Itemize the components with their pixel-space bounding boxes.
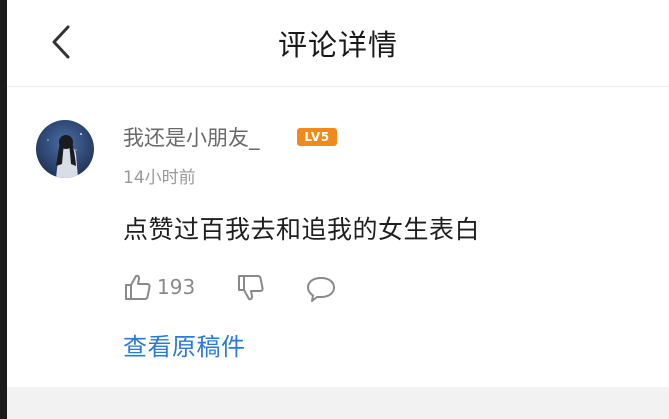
reply-button[interactable]	[305, 274, 337, 308]
avatar[interactable]	[36, 120, 94, 178]
comment-text: 点赞过百我去和追我的女生表白	[123, 215, 481, 244]
comment-card: 我还是小朋友_ LV5 14小时前 点赞过百我去和追我的女生表白 193 查看原…	[7, 87, 669, 387]
comment-actions: 193	[123, 272, 363, 306]
thumbs-up-icon	[125, 274, 151, 300]
thumbs-down-icon	[238, 275, 264, 301]
level-badge: LV5	[297, 128, 337, 146]
like-count: 193	[157, 275, 196, 299]
screen-left-edge	[0, 0, 7, 419]
section-divider	[7, 387, 669, 419]
top-nav-bar: 评论详情	[7, 0, 669, 87]
page-title: 评论详情	[277, 28, 398, 62]
dislike-button[interactable]	[236, 273, 266, 307]
view-original-link[interactable]: 查看原稿件	[123, 327, 246, 362]
username[interactable]: 我还是小朋友_	[123, 122, 260, 152]
like-button[interactable]: 193	[123, 272, 195, 302]
comment-bubble-icon	[307, 277, 335, 302]
comment-time: 14小时前	[123, 168, 196, 188]
